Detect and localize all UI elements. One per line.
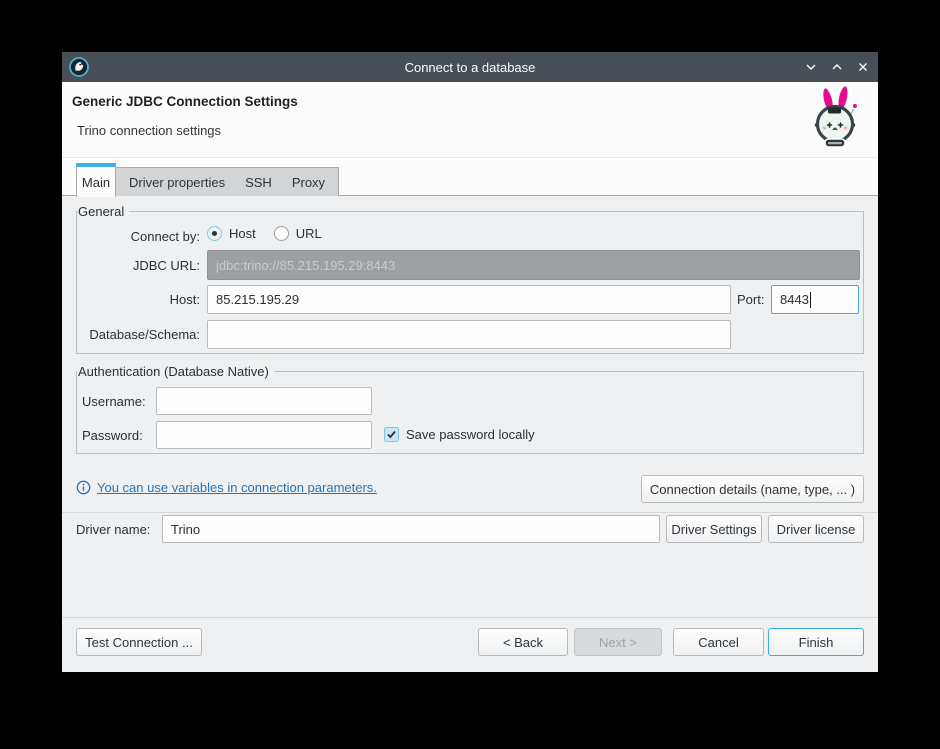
page-subtitle: Trino connection settings <box>77 123 221 138</box>
radio-url-label: URL <box>296 226 322 241</box>
connect-by-label: Connect by: <box>76 229 200 245</box>
jdbc-url-field: jdbc:trino://85.215.195.29:8443 <box>207 250 860 280</box>
variables-hint-row: You can use variables in connection para… <box>76 480 377 495</box>
page-title: Generic JDBC Connection Settings <box>72 94 298 109</box>
test-connection-button[interactable]: Test Connection ... <box>76 628 202 656</box>
titlebar[interactable]: Connect to a database <box>62 52 878 82</box>
radio-host-label: Host <box>229 226 256 241</box>
variables-link[interactable]: You can use variables in connection para… <box>97 480 377 495</box>
trino-bunny-logo <box>805 84 865 154</box>
database-schema-label: Database/Schema: <box>76 327 200 343</box>
host-label: Host: <box>76 292 200 308</box>
cancel-button[interactable]: Cancel <box>673 628 764 656</box>
close-icon[interactable] <box>856 60 870 74</box>
radio-url[interactable]: URL <box>274 226 322 241</box>
save-password-checkbox[interactable] <box>384 427 399 442</box>
auth-group-label: Authentication (Database Native) <box>77 363 274 380</box>
username-input[interactable] <box>156 387 372 415</box>
save-password-checkbox-row[interactable]: Save password locally <box>384 427 535 442</box>
next-button: Next > <box>574 628 662 656</box>
tab-strip: Driver properties SSH Proxy <box>115 167 339 196</box>
text-caret <box>810 292 811 308</box>
port-input[interactable]: 8443 <box>771 285 859 314</box>
port-value: 8443 <box>780 292 809 307</box>
tab-ssh[interactable]: SSH <box>235 175 282 190</box>
driver-license-button[interactable]: Driver license <box>768 515 864 543</box>
password-label: Password: <box>82 428 143 444</box>
port-label: Port: <box>737 292 769 308</box>
driver-name-label: Driver name: <box>76 522 150 538</box>
window-title: Connect to a database <box>62 60 878 75</box>
connect-by-radios: Host URL <box>207 226 322 241</box>
jdbc-url-value: jdbc:trino://85.215.195.29:8443 <box>216 258 395 273</box>
radio-host-circle[interactable] <box>207 226 222 241</box>
save-password-label: Save password locally <box>406 427 535 442</box>
screen: Connect to a database Generic JDBC Conne… <box>0 0 940 749</box>
driver-settings-button[interactable]: Driver Settings <box>666 515 762 543</box>
jdbc-url-label: JDBC URL: <box>76 258 200 274</box>
footer-separator <box>62 617 878 618</box>
general-group-label: General <box>77 203 129 220</box>
username-label: Username: <box>82 394 146 410</box>
back-button[interactable]: < Back <box>478 628 568 656</box>
header-divider <box>62 157 878 158</box>
radio-url-circle[interactable] <box>274 226 289 241</box>
driver-name-field[interactable] <box>162 515 660 543</box>
tab-main[interactable]: Main <box>76 163 116 197</box>
database-schema-input[interactable] <box>207 320 731 349</box>
minimize-icon[interactable] <box>804 60 818 74</box>
connection-details-button[interactable]: Connection details (name, type, ... ) <box>641 475 864 503</box>
password-input[interactable] <box>156 421 372 449</box>
driver-separator <box>62 512 878 513</box>
connect-database-dialog: Connect to a database Generic JDBC Conne… <box>62 52 878 672</box>
finish-button[interactable]: Finish <box>768 628 864 656</box>
host-input[interactable] <box>207 285 731 314</box>
window-controls <box>804 52 870 82</box>
radio-host[interactable]: Host <box>207 226 256 241</box>
info-icon <box>76 480 91 495</box>
tab-proxy[interactable]: Proxy <box>282 175 335 190</box>
maximize-icon[interactable] <box>830 60 844 74</box>
tab-driver-properties[interactable]: Driver properties <box>119 175 235 190</box>
